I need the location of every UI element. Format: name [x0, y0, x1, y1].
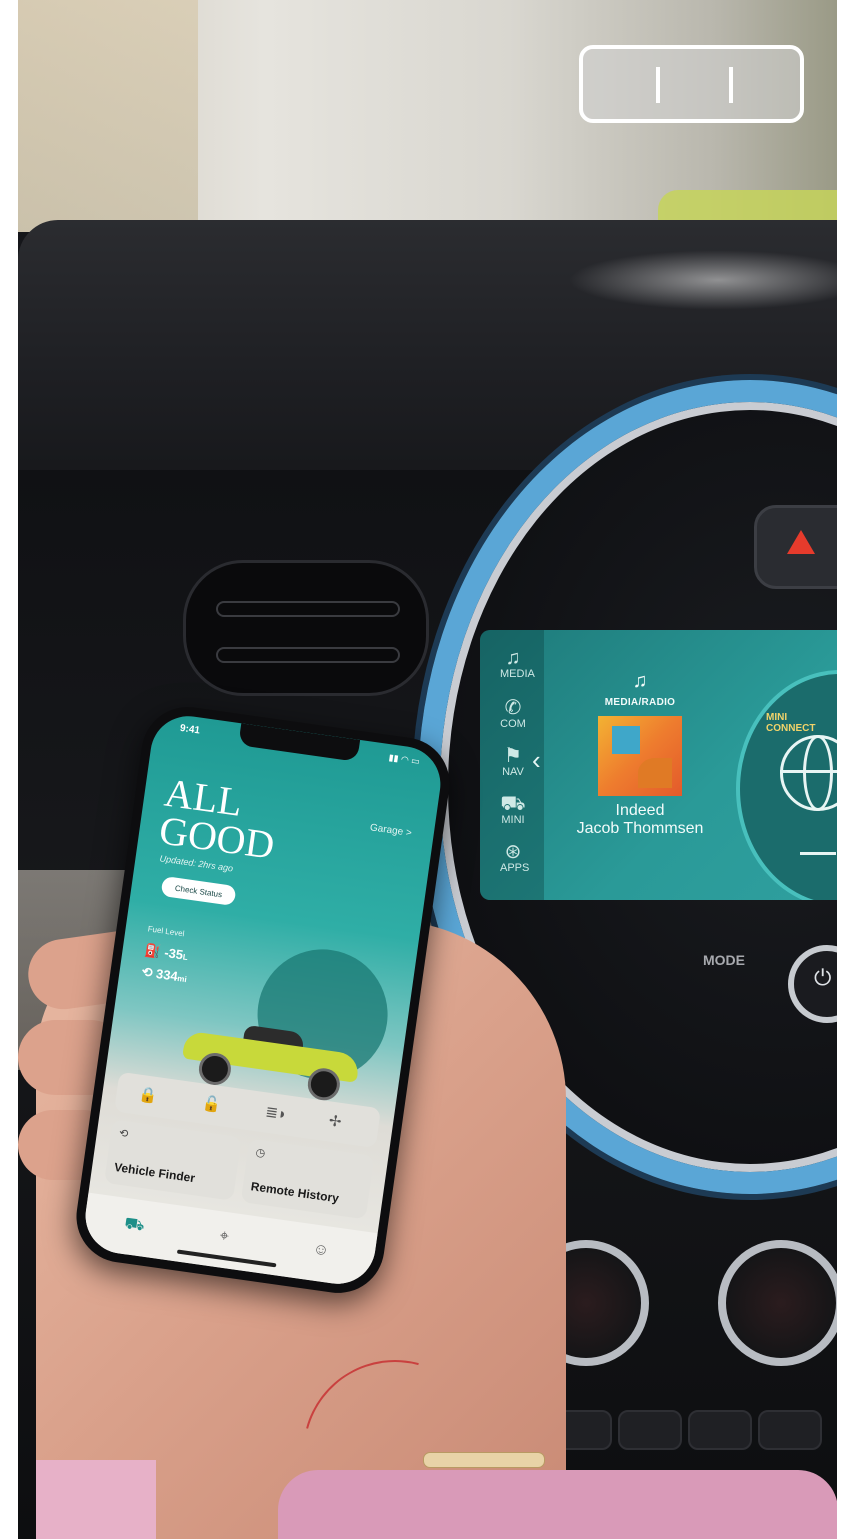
vehicle-finder-icon: ⟲ — [118, 1127, 130, 1141]
fuel-level-label: Fuel Level — [147, 924, 185, 939]
home-indicator — [176, 1249, 277, 1268]
side-menu-apps: ⊛ APPS — [500, 841, 530, 874]
car-interior-photo: ♫ MEDIA ✆ COM ⚑ NAV ⛟ MINI ⊛ APPS ‹ ♫ MEDIA/R… — [18, 0, 837, 1539]
signal-wifi-battery-icon: ▮▮ ◠ ▭ — [388, 752, 421, 767]
artist-name: Jacob Thommsen — [576, 820, 704, 837]
vehicle-finder-card[interactable]: ⟲ Vehicle Finder — [104, 1119, 242, 1201]
apps-icon: ⊛ — [504, 841, 522, 863]
rear-defrost-button — [618, 1410, 682, 1450]
gold-bracelet — [423, 1452, 545, 1468]
media-title: MEDIA/RADIO — [604, 697, 676, 708]
status-headline: ALL GOOD — [156, 769, 278, 868]
garage-link[interactable]: Garage > — [369, 822, 412, 839]
sleeve-left — [36, 1460, 156, 1539]
fuel-pump-icon: ⛽ — [143, 942, 166, 960]
remote-history-label: Remote History — [250, 1179, 340, 1206]
side-menu-media: ♫ MEDIA — [500, 647, 535, 680]
range-value: ⟲ 334mi — [140, 963, 188, 985]
phone-icon: ✆ — [504, 697, 522, 719]
side-menu-nav: ⚑ NAV — [500, 745, 526, 778]
media-widget: ♫ MEDIA/RADIO Indeed Jacob Thommsen — [570, 670, 710, 838]
song-title: Indeed — [615, 802, 665, 819]
lock-icon[interactable]: 🔒 — [138, 1085, 159, 1105]
fan-icon[interactable]: ✢ — [328, 1111, 343, 1131]
infotainment-screen: ♫ MEDIA ✆ COM ⚑ NAV ⛟ MINI ⊛ APPS ‹ ♫ MEDIA/R… — [480, 630, 837, 900]
mode-label: MODE — [703, 952, 745, 968]
recirc-button — [758, 1410, 822, 1450]
warning-triangle-icon — [787, 530, 815, 554]
chevron-left-icon: ‹ — [532, 745, 541, 775]
vehicle-finder-label: Vehicle Finder — [113, 1160, 196, 1186]
car-tab-icon[interactable]: ⛟ — [123, 1214, 146, 1237]
hazard-button — [754, 505, 837, 589]
profile-tab-icon[interactable]: ☺ — [312, 1240, 331, 1260]
climate-knob-right — [718, 1240, 837, 1366]
phone-app-screen: 9:41 ▮▮ ◠ ▭ Garage > ALL GOOD Updated: 2… — [80, 711, 446, 1289]
album-art — [598, 716, 682, 796]
air-vent — [183, 560, 429, 696]
page-indicator — [800, 852, 836, 855]
pause-button[interactable] — [579, 45, 804, 123]
check-status-button[interactable]: Check Status — [160, 875, 237, 907]
side-menu-mini: ⛟ MINI — [500, 793, 526, 826]
headlight-icon[interactable]: ≣◗ — [264, 1103, 288, 1124]
car-icon: ⛟ — [500, 793, 526, 815]
remote-history-card[interactable]: ◷ Remote History — [240, 1138, 375, 1220]
flag-icon: ⚑ — [504, 745, 522, 767]
status-time: 9:41 — [179, 722, 201, 737]
location-tab-icon[interactable]: ⌖ — [218, 1227, 230, 1246]
unlock-icon[interactable]: 🔓 — [201, 1094, 222, 1114]
side-menu-com: ✆ COM — [500, 697, 526, 730]
music-note-icon: ♫ — [632, 670, 648, 692]
music-icon: ♫ — [505, 647, 521, 669]
fuel-value: ⛽ -35L — [143, 942, 189, 963]
mini-connect-label: MINI CONNECT — [766, 712, 816, 734]
clock-icon: ◷ — [254, 1146, 267, 1160]
phone-notch — [238, 723, 361, 762]
front-defrost-button — [688, 1410, 752, 1450]
